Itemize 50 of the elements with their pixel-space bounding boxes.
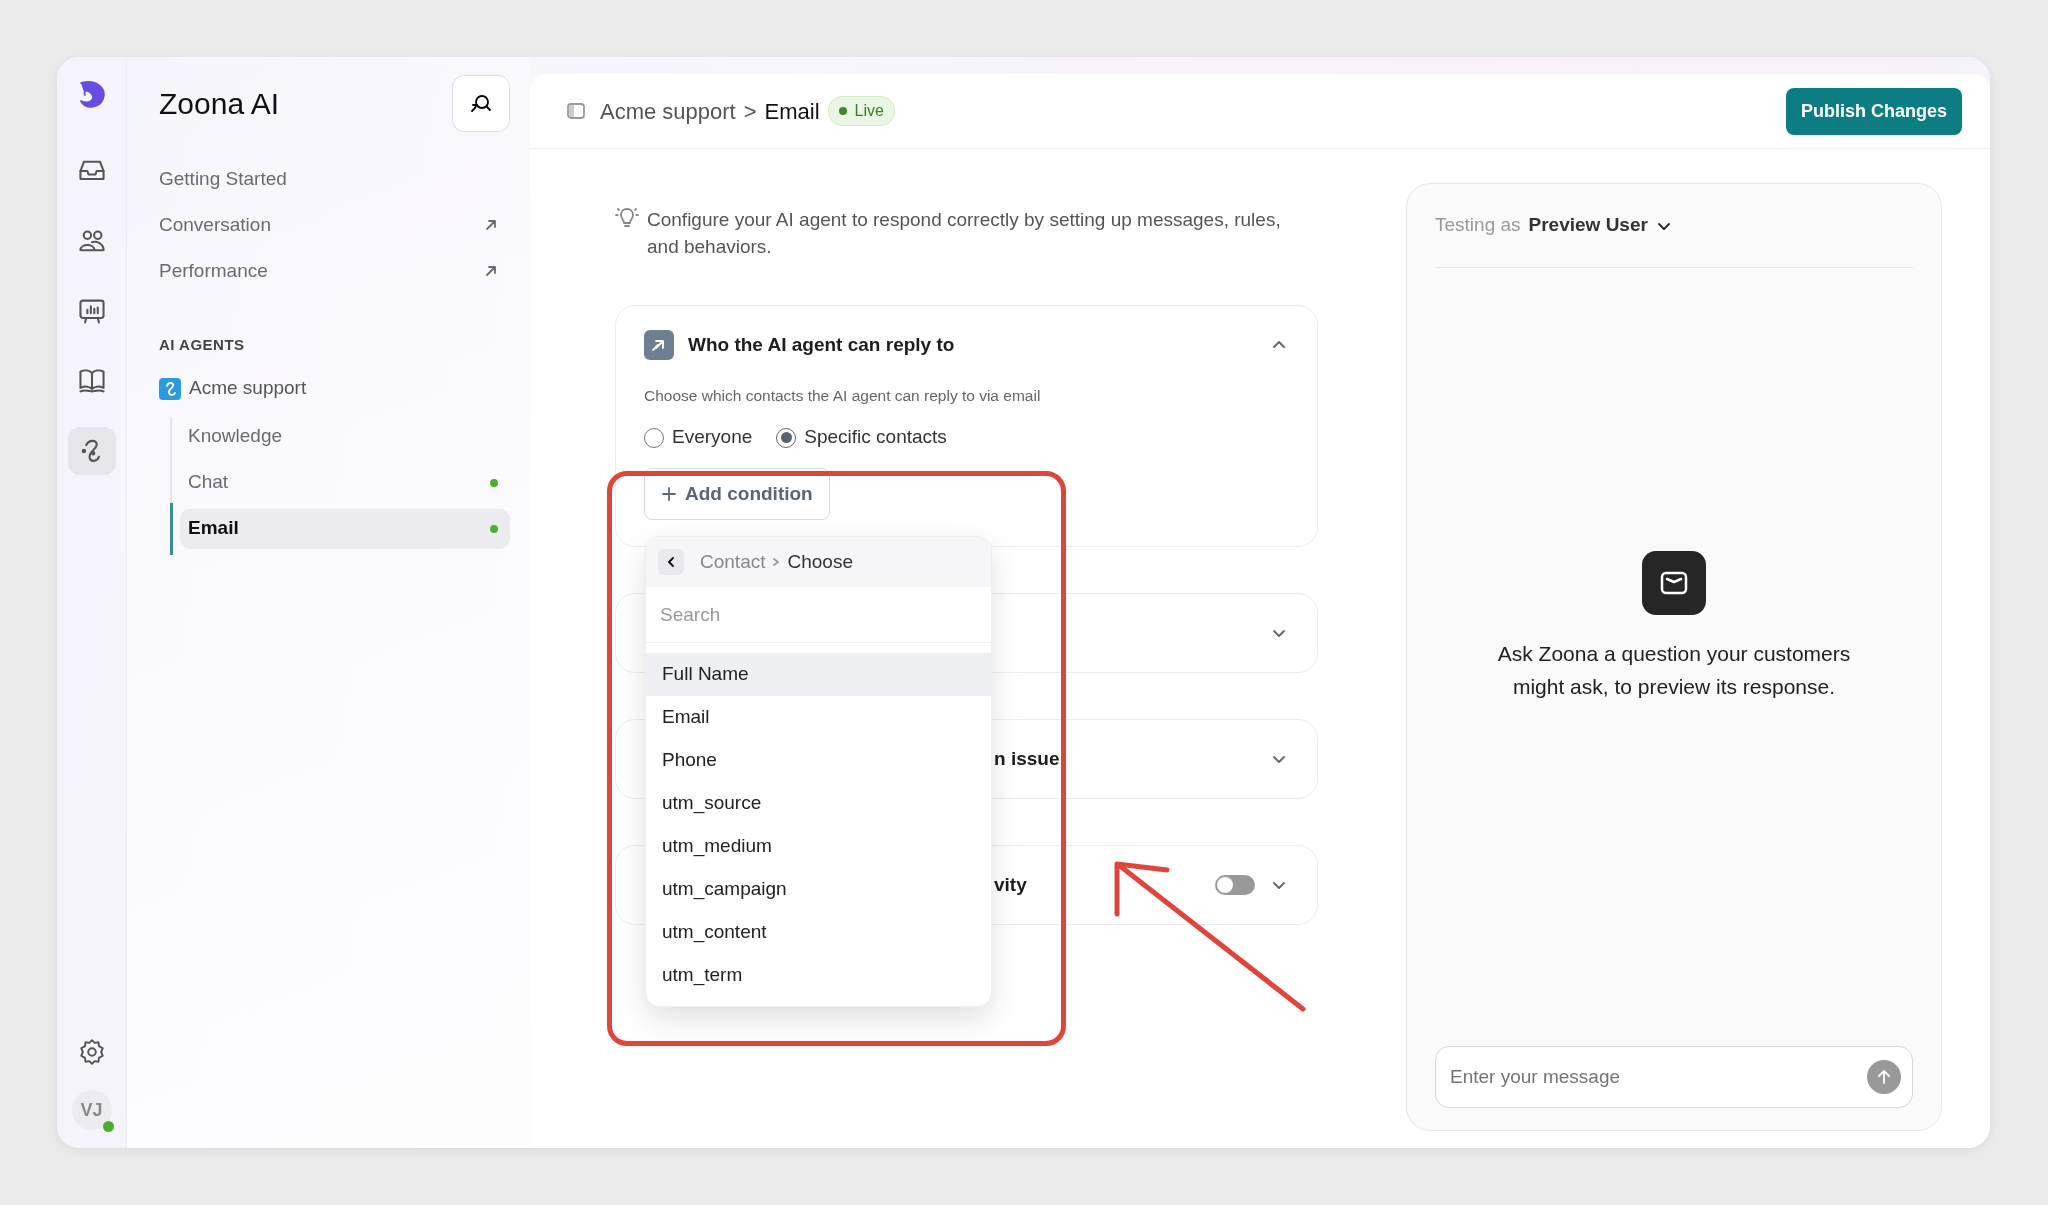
- section-label: AI AGENTS: [159, 335, 246, 355]
- back-button[interactable]: [658, 549, 684, 575]
- settings-icon: [77, 1038, 106, 1066]
- plus-icon: [661, 486, 677, 502]
- breadcrumb-item: Choose: [787, 549, 853, 574]
- back-icon: [665, 556, 677, 568]
- radio-option[interactable]: Specific contacts: [776, 423, 947, 452]
- menu-item[interactable]: utm_medium: [646, 825, 991, 868]
- menu-item[interactable]: Phone: [646, 739, 991, 782]
- email-icon: [1642, 551, 1706, 615]
- sidebar-item[interactable]: Knowledge: [180, 416, 510, 457]
- sidebar-item[interactable]: Chat: [180, 462, 510, 503]
- search-field[interactable]: Search: [646, 587, 991, 643]
- search-chat-button[interactable]: [452, 75, 510, 132]
- message-field[interactable]: Enter your message: [1435, 1046, 1913, 1108]
- breadcrumb-separator: >: [743, 97, 757, 126]
- app-title: Zoona AI: [159, 86, 280, 122]
- menu-item[interactable]: Email: [646, 696, 991, 739]
- agent-icon: [159, 377, 181, 400]
- agent-item[interactable]: Acme support: [159, 368, 510, 409]
- testing-label: Testing as: [1435, 213, 1521, 238]
- toggle-switch[interactable]: [1215, 875, 1255, 896]
- card-title: vity: [994, 873, 1027, 897]
- nav-link[interactable]: Getting Started: [159, 156, 510, 202]
- card-title: n issue: [994, 747, 1060, 771]
- menu-item[interactable]: utm_campaign: [646, 868, 991, 911]
- reply-icon: [644, 330, 674, 360]
- arrow-up-icon: [1876, 1069, 1892, 1085]
- chevron-right-icon: [771, 557, 782, 567]
- breadcrumb-item[interactable]: Acme support: [600, 94, 736, 128]
- breadcrumb-item: Email: [764, 97, 820, 126]
- lightbulb-icon: [615, 206, 639, 230]
- card-title: Who the AI agent can reply to: [688, 332, 955, 357]
- external-link-icon: [484, 218, 498, 232]
- menu-item[interactable]: utm_content: [646, 911, 991, 954]
- empty-state-text: Ask Zoona a question your customers might ask, to preview its response.: [1496, 641, 1852, 700]
- menu-item[interactable]: utm_source: [646, 782, 991, 825]
- sidebar-toggle-icon: [566, 101, 586, 121]
- menu-item[interactable]: utm_term: [646, 954, 991, 997]
- user-select[interactable]: Preview User: [1528, 211, 1672, 240]
- nav-link[interactable]: Conversation: [159, 202, 510, 248]
- radio-option[interactable]: Everyone: [644, 423, 753, 452]
- publish-button[interactable]: Publish Changes: [1785, 87, 1962, 135]
- external-link-icon: [484, 264, 498, 278]
- status-badge: Live: [827, 96, 895, 126]
- rail-button[interactable]: [67, 427, 116, 475]
- menu-item[interactable]: Full Name: [646, 653, 991, 696]
- card-description: Choose which contacts the AI agent can reply to via email: [644, 386, 1042, 406]
- intro-text: Configure your AI agent to respond correctly by setting up messages, rules, and behaviors.: [647, 208, 1282, 259]
- nav-link[interactable]: Performance: [159, 248, 510, 294]
